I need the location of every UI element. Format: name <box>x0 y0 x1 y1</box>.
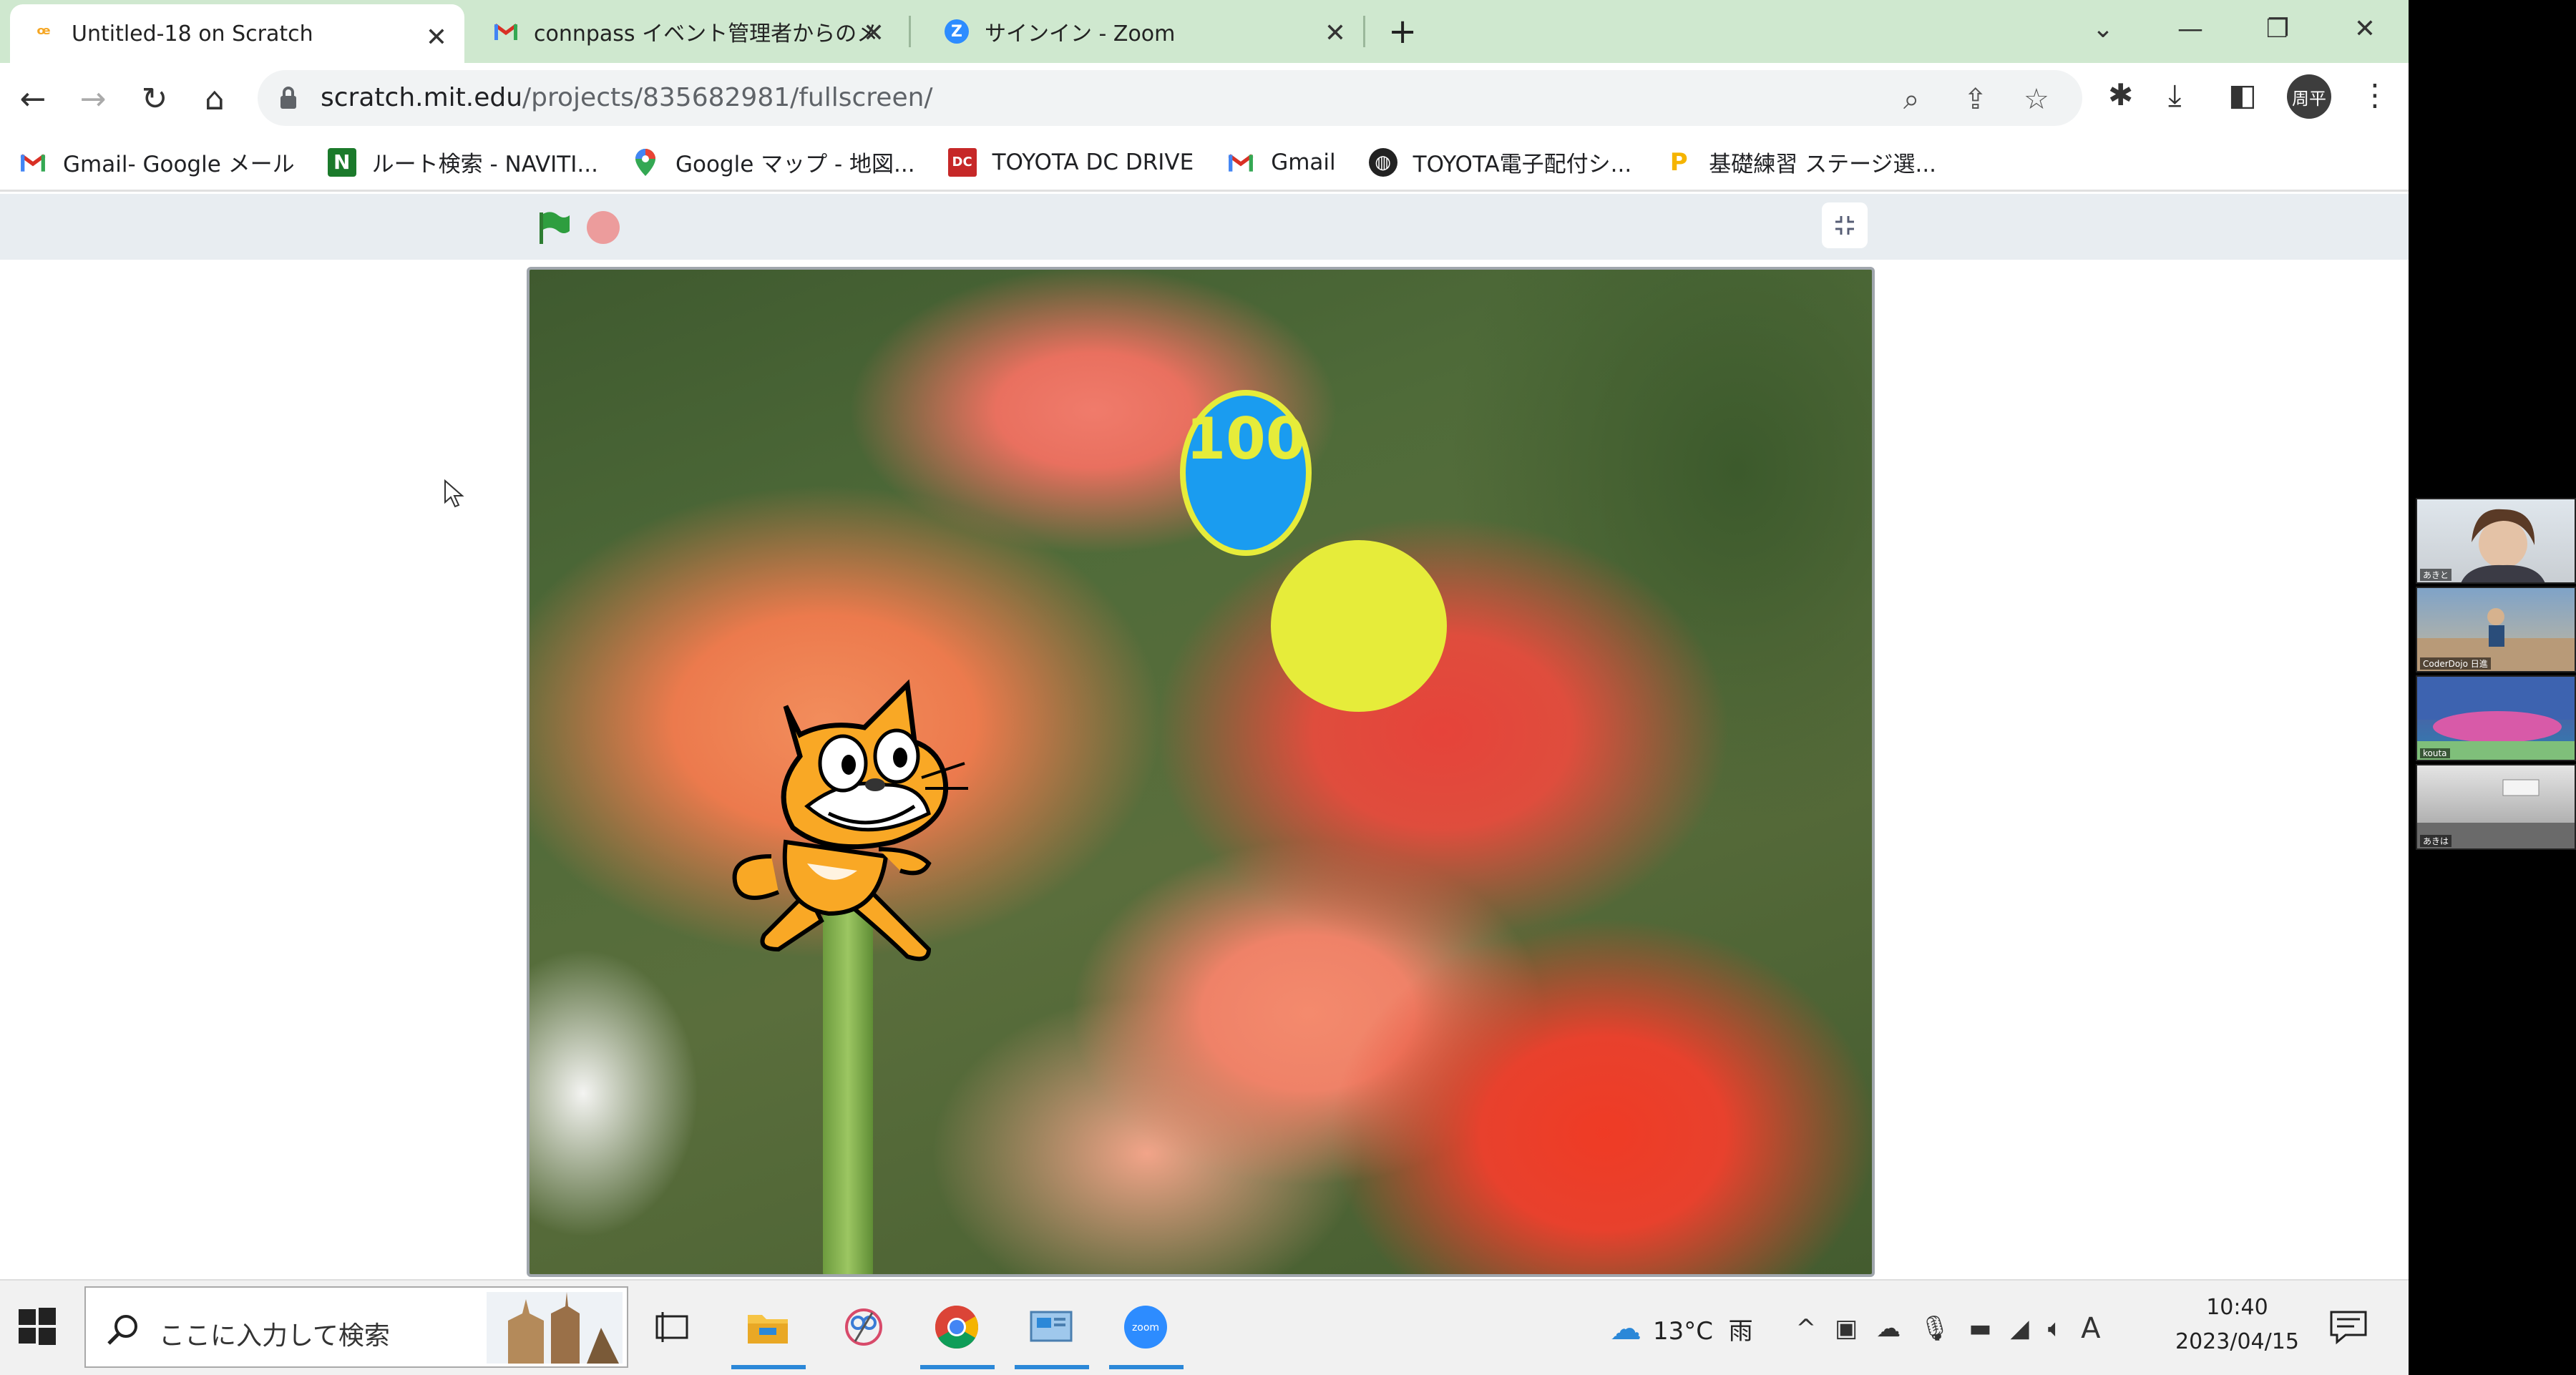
stop-button[interactable] <box>587 211 620 244</box>
scratch-icon: ꟹ <box>36 21 51 46</box>
green-flag-icon[interactable] <box>537 211 571 244</box>
zoom-participant-tile[interactable]: あきは <box>2416 764 2576 850</box>
zoom-participant-tile[interactable]: CoderDojo 日進 <box>2416 587 2576 672</box>
battery-icon[interactable]: ▬ <box>1968 1314 1991 1343</box>
tab-separator <box>909 16 911 47</box>
windows-start-icon[interactable] <box>17 1306 57 1346</box>
scratch-stage[interactable]: 100 <box>527 267 1875 1277</box>
gmail-icon <box>494 19 518 44</box>
windows-taskbar: ここに入力して検索 zoom ☁ 13°C 雨 ^ ▣ ☁ 🎙︎ ▬ ◢ 🔈︎ … <box>0 1279 2409 1375</box>
exit-fullscreen-icon[interactable] <box>1822 202 1868 248</box>
tab-title: サインイン - Zoom <box>985 21 1176 47</box>
restore-icon[interactable]: ❐ <box>2234 0 2321 57</box>
wifi-icon[interactable]: ◢ <box>2011 1314 2029 1343</box>
control-panel-icon[interactable] <box>1015 1302 1089 1369</box>
zoom-app-icon[interactable]: zoom <box>1109 1302 1184 1369</box>
tab-strip: ꟹ Untitled-18 on Scratch ✕ connpass イベント… <box>0 0 2409 63</box>
show-hidden-icons-chevron-icon[interactable]: ^ <box>1796 1314 1817 1343</box>
zoom-magnifier-icon[interactable]: ⌕ <box>1903 83 1919 116</box>
bookmark-toyota-denshi[interactable]: ◍ TOYOTA電子配付シ... <box>1368 146 1631 178</box>
scratch-cat-sprite[interactable] <box>721 677 993 978</box>
bookmark-gmail-google[interactable]: Gmail- Google メール <box>19 146 295 178</box>
search-placeholder: ここに入力して検索 <box>159 1321 390 1351</box>
taskbar-clock[interactable]: 10:40 2023/04/15 <box>2175 1291 2299 1359</box>
close-tab-icon[interactable]: ✕ <box>863 19 884 48</box>
close-tab-icon[interactable]: ✕ <box>1324 19 1346 48</box>
tab-title: Untitled-18 on Scratch <box>72 21 313 47</box>
clock-time: 10:40 <box>2206 1295 2268 1320</box>
close-tab-icon[interactable]: ✕ <box>426 23 447 52</box>
zoom-icon: Z <box>945 19 969 44</box>
bookmark-navitime[interactable]: N ルート検索 - NAVITI... <box>327 146 598 178</box>
lock-icon <box>280 87 296 109</box>
zoom-participants-panel: あきと CoderDojo 日進 kouta あきは <box>2416 498 2576 863</box>
snipping-tool-icon[interactable] <box>839 1302 889 1352</box>
score-text: 100 <box>1186 406 1306 472</box>
weather-text[interactable]: 13°C 雨 <box>1653 1311 1753 1346</box>
zoom-participant-tile[interactable]: あきと <box>2416 498 2576 584</box>
menu-icon[interactable]: ⋮ <box>2360 77 2390 112</box>
share-icon[interactable]: ⇪ <box>1963 83 1988 116</box>
side-panel-icon[interactable]: ◧ <box>2228 77 2257 112</box>
gmail-icon <box>1226 148 1255 177</box>
gmail-icon <box>19 148 47 177</box>
bookmark-kiso-renshu[interactable]: P 基礎練習 ステージ選... <box>1664 146 1936 178</box>
new-tab-icon[interactable]: + <box>1388 11 1417 52</box>
file-explorer-icon[interactable] <box>731 1302 806 1369</box>
tab-gmail[interactable]: connpass イベント管理者からのメッ ✕ <box>472 0 902 63</box>
yellow-ball-sprite[interactable] <box>1271 540 1447 712</box>
chrome-icon[interactable] <box>920 1302 995 1369</box>
globe-icon: ◍ <box>1368 147 1397 177</box>
scratch-controls-bar <box>0 194 2409 260</box>
weather-icon[interactable]: ☁ <box>1610 1311 1641 1347</box>
profile-avatar[interactable]: 周平 <box>2287 74 2331 119</box>
volume-icon[interactable]: 🔈︎ <box>2048 1314 2062 1343</box>
search-highlight-image <box>487 1292 623 1364</box>
zoom-participant-tile[interactable]: kouta <box>2416 675 2576 761</box>
maps-pin-icon <box>631 148 660 177</box>
onedrive-cloud-icon[interactable]: ☁ <box>1876 1314 1901 1343</box>
home-icon[interactable]: ⌂ <box>196 80 233 117</box>
window-controls: ⌄ — ❐ ✕ <box>2059 0 2409 57</box>
dc-icon: DC <box>947 147 977 177</box>
back-icon[interactable]: ← <box>14 80 52 117</box>
navitime-icon: N <box>327 147 356 177</box>
notification-center-icon[interactable] <box>2328 1309 2368 1345</box>
taskbar-search-box[interactable]: ここに入力して検索 <box>84 1286 628 1368</box>
bookmark-toyota-dc-drive[interactable]: DC TOYOTA DC DRIVE <box>947 147 1194 177</box>
bookmark-star-icon[interactable]: ☆ <box>2024 83 2049 116</box>
tab-separator <box>1363 16 1365 47</box>
minimize-icon[interactable]: — <box>2147 0 2234 57</box>
close-window-icon[interactable]: ✕ <box>2321 0 2409 57</box>
system-tray: ☁ 13°C 雨 ^ ▣ ☁ 🎙︎ ▬ ◢ 🔈︎ A <box>1610 1281 2100 1375</box>
browser-toolbar: ← → ↻ ⌂ scratch.mit.edu/projects/8356829… <box>0 63 2409 134</box>
svg-text:zoom: zoom <box>1132 1322 1159 1334</box>
ime-indicator[interactable]: A <box>2081 1312 2100 1345</box>
tab-zoom[interactable]: Z サインイン - Zoom ✕ <box>923 0 1363 63</box>
meet-now-icon[interactable]: ▣ <box>1835 1314 1858 1343</box>
forward-icon[interactable]: → <box>74 80 112 117</box>
bookmark-gmail[interactable]: Gmail <box>1226 148 1336 177</box>
bookmarks-bar: Gmail- Google メール N ルート検索 - NAVITI... Go… <box>0 134 2409 192</box>
microphone-icon[interactable]: 🎙︎ <box>1919 1314 1950 1343</box>
tab-scratch[interactable]: ꟹ Untitled-18 on Scratch ✕ <box>10 4 464 63</box>
screen: ꟹ Untitled-18 on Scratch ✕ connpass イベント… <box>0 0 2409 1375</box>
address-bar[interactable]: scratch.mit.edu/projects/835682981/fulls… <box>258 70 2082 126</box>
reload-icon[interactable]: ↻ <box>136 80 173 117</box>
extensions-icon[interactable]: ✱ <box>2108 77 2133 112</box>
tab-search-chevron-icon[interactable]: ⌄ <box>2059 0 2147 57</box>
bookmark-google-maps[interactable]: Google マップ - 地図... <box>631 146 915 178</box>
download-icon[interactable]: ⤓ <box>2168 77 2182 113</box>
search-icon <box>107 1315 137 1345</box>
tab-title: connpass イベント管理者からのメッ <box>534 21 880 47</box>
mouse-cursor-icon <box>444 479 464 508</box>
bookmark-p-icon: P <box>1669 147 1688 177</box>
clock-date: 2023/04/15 <box>2175 1329 2299 1354</box>
task-view-icon[interactable] <box>647 1302 697 1352</box>
url-text: scratch.mit.edu/projects/835682981/fulls… <box>321 83 933 112</box>
